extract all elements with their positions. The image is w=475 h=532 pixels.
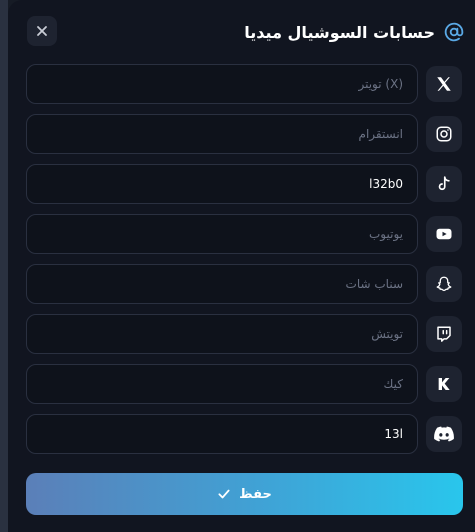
discord-input[interactable] (27, 415, 417, 453)
x-twitter-input[interactable] (27, 65, 417, 103)
dialog-header: حسابات السوشيال ميديا (8, 0, 475, 62)
tiktok-field-wrapper (26, 164, 418, 204)
youtube-input[interactable] (27, 215, 417, 253)
social-row-kick (26, 364, 463, 404)
youtube-icon (426, 216, 462, 252)
tiktok-icon (426, 166, 462, 202)
snapchat-field-wrapper (26, 264, 418, 304)
discord-icon (426, 416, 462, 452)
youtube-field-wrapper (26, 214, 418, 254)
twitch-icon (426, 316, 462, 352)
discord-field-wrapper (26, 414, 418, 454)
social-row-twitch (26, 314, 463, 354)
dialog-title-group: حسابات السوشيال ميديا (244, 18, 465, 46)
instagram-icon (426, 116, 462, 152)
dialog-title: حسابات السوشيال ميديا (244, 22, 435, 42)
at-sign-icon (443, 21, 465, 43)
snapchat-input[interactable] (27, 265, 417, 303)
save-button[interactable]: حفظ (26, 473, 463, 515)
x-field-wrapper (26, 64, 418, 104)
check-icon (218, 489, 230, 499)
social-row-discord (26, 414, 463, 454)
kick-input[interactable] (27, 365, 417, 403)
social-row-x (26, 64, 463, 104)
social-row-snapchat (26, 264, 463, 304)
instagram-input[interactable] (27, 115, 417, 153)
twitch-input[interactable] (27, 315, 417, 353)
social-row-youtube (26, 214, 463, 254)
save-button-label: حفظ (239, 486, 272, 502)
instagram-field-wrapper (26, 114, 418, 154)
social-row-instagram (26, 114, 463, 154)
close-button[interactable] (27, 16, 57, 46)
kick-icon (426, 366, 462, 402)
snapchat-icon (426, 266, 462, 302)
social-accounts-dialog: حسابات السوشيال ميديا (X) تويتر انستقرام… (8, 0, 475, 532)
close-icon (37, 26, 47, 36)
kick-field-wrapper (26, 364, 418, 404)
social-row-tiktok (26, 164, 463, 204)
background-edge (0, 0, 8, 532)
tiktok-input[interactable] (27, 165, 417, 203)
x-twitter-icon (426, 66, 462, 102)
twitch-field-wrapper (26, 314, 418, 354)
